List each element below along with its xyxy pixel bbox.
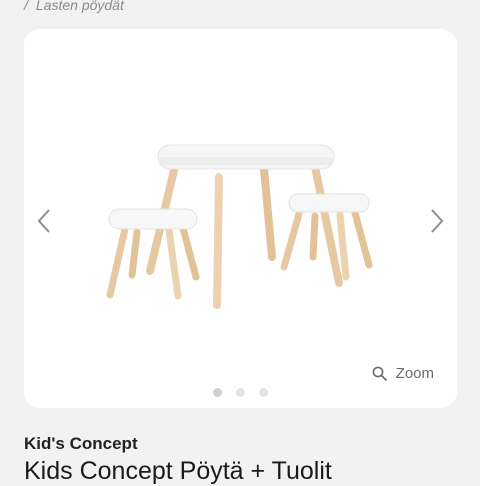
slide-dot-2[interactable] bbox=[236, 388, 245, 397]
slide-indicator bbox=[24, 388, 457, 397]
slide-dot-3[interactable] bbox=[259, 388, 268, 397]
chevron-left-icon bbox=[37, 209, 50, 233]
magnifier-icon bbox=[372, 366, 387, 381]
previous-image-button[interactable] bbox=[24, 201, 64, 241]
zoom-label: Zoom bbox=[395, 365, 434, 382]
product-image[interactable] bbox=[24, 29, 457, 408]
brand-name[interactable]: Kid's Concept bbox=[24, 434, 138, 454]
chevron-right-icon bbox=[431, 209, 444, 233]
next-image-button[interactable] bbox=[417, 201, 457, 241]
slide-dot-1[interactable] bbox=[213, 388, 222, 397]
zoom-button[interactable]: Zoom bbox=[372, 365, 434, 382]
breadcrumb-current[interactable]: Lasten pöydät bbox=[36, 0, 124, 13]
breadcrumb-separator: / bbox=[24, 0, 28, 13]
product-gallery: Zoom bbox=[24, 29, 457, 408]
product-title: Kids Concept Pöytä + Tuolit bbox=[24, 457, 332, 485]
breadcrumb: / Lasten pöydät bbox=[24, 0, 124, 13]
